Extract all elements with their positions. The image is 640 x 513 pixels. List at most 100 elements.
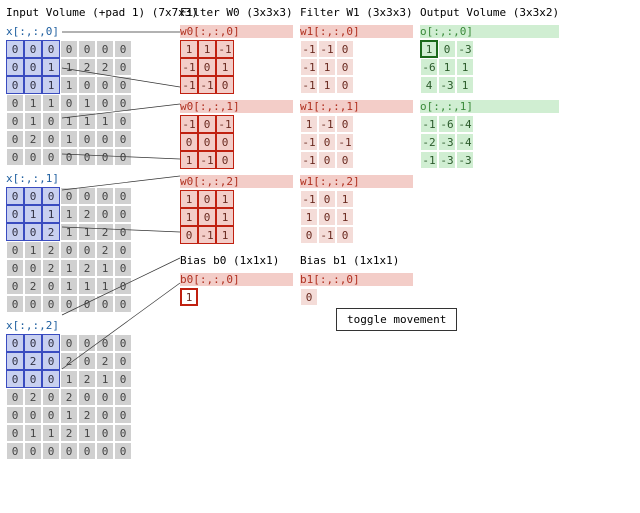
cell: 1 — [24, 241, 42, 259]
cell: 0 — [198, 190, 216, 208]
cell: 0 — [42, 295, 60, 313]
cell: 0 — [180, 133, 198, 151]
cell: 0 — [78, 76, 96, 94]
cell: 1 — [456, 58, 474, 76]
cell: 0 — [60, 187, 78, 205]
input-title: Input Volume (+pad 1) (7x7x3) — [6, 6, 198, 19]
cell: -1 — [198, 226, 216, 244]
cell: -6 — [420, 58, 438, 76]
cell: 0 — [114, 223, 132, 241]
cell: 0 — [96, 442, 114, 460]
cell: 0 — [198, 133, 216, 151]
cell: -1 — [318, 115, 336, 133]
cell: -4 — [456, 133, 474, 151]
label-w02: w0[:,:,2] — [180, 175, 293, 188]
cell: 0 — [60, 442, 78, 460]
cell: 1 — [60, 406, 78, 424]
cell: 0 — [114, 241, 132, 259]
cell: 2 — [24, 130, 42, 148]
cell: 0 — [96, 94, 114, 112]
cell: 0 — [78, 334, 96, 352]
cell: 0 — [96, 406, 114, 424]
cell: 0 — [114, 424, 132, 442]
cell: 0 — [42, 388, 60, 406]
cell: 1 — [60, 223, 78, 241]
cell: 0 — [24, 259, 42, 277]
cell: -1 — [198, 151, 216, 169]
cell: 1 — [420, 40, 438, 58]
label-b1: b1[:,:,0] — [300, 273, 413, 286]
cell: -1 — [198, 76, 216, 94]
cell: 1 — [318, 58, 336, 76]
cell: 0 — [78, 352, 96, 370]
cell: 0 — [216, 76, 234, 94]
cell: 0 — [438, 40, 456, 58]
cell: 0 — [6, 370, 24, 388]
cell: 0 — [6, 277, 24, 295]
cell: 1 — [60, 277, 78, 295]
cell: 0 — [336, 115, 354, 133]
cell: 0 — [6, 295, 24, 313]
cell: 0 — [78, 187, 96, 205]
cell: 1 — [216, 226, 234, 244]
cell: -6 — [438, 115, 456, 133]
toggle-button[interactable]: toggle movement — [336, 308, 457, 331]
cell: -1 — [180, 76, 198, 94]
label-x1: x[:,:,1] — [6, 172, 198, 185]
cell: 0 — [60, 94, 78, 112]
cell: 0 — [336, 151, 354, 169]
cell: 1 — [42, 58, 60, 76]
cell: 0 — [96, 388, 114, 406]
cell: 0 — [6, 424, 24, 442]
cell: 1 — [300, 115, 318, 133]
label-w01: w0[:,:,1] — [180, 100, 293, 113]
cell: 2 — [96, 223, 114, 241]
cell: 0 — [114, 259, 132, 277]
cell: 0 — [78, 148, 96, 166]
cell: 1 — [216, 208, 234, 226]
cell: 0 — [60, 295, 78, 313]
cell: 0 — [96, 424, 114, 442]
cell: 1 — [60, 259, 78, 277]
cell: 0 — [24, 223, 42, 241]
cell: 0 — [60, 148, 78, 166]
label-o0: o[:,:,0] — [420, 25, 559, 38]
cell: 1 — [180, 190, 198, 208]
cell: 0 — [24, 295, 42, 313]
cell: 1 — [42, 205, 60, 223]
cell: 0 — [318, 208, 336, 226]
cell: 0 — [114, 76, 132, 94]
cell: 0 — [96, 187, 114, 205]
cell: 2 — [24, 352, 42, 370]
cell: 0 — [24, 406, 42, 424]
cell: 0 — [6, 352, 24, 370]
cell: 0 — [114, 205, 132, 223]
input-slice-0: 0000000001122000110000110100010111002010… — [6, 40, 132, 166]
cell: 0 — [42, 334, 60, 352]
cell: 0 — [114, 58, 132, 76]
cell: 2 — [78, 406, 96, 424]
cell: 1 — [60, 130, 78, 148]
cell: 0 — [42, 370, 60, 388]
cell: 0 — [198, 58, 216, 76]
cell: 0 — [6, 40, 24, 58]
cell: 1 — [42, 424, 60, 442]
cell: 1 — [24, 94, 42, 112]
cell: 0 — [78, 241, 96, 259]
cell: 0 — [60, 241, 78, 259]
cell: -3 — [456, 40, 474, 58]
cell: 0 — [78, 40, 96, 58]
cell: 0 — [42, 406, 60, 424]
cell: 0 — [24, 58, 42, 76]
cell: 0 — [96, 130, 114, 148]
cell: 0 — [42, 130, 60, 148]
cell: -3 — [456, 151, 474, 169]
cell: 0 — [318, 133, 336, 151]
cell: 1 — [180, 40, 198, 58]
cell: 0 — [78, 388, 96, 406]
cell: -1 — [420, 151, 438, 169]
cell: 4 — [420, 76, 438, 94]
cell: 0 — [42, 277, 60, 295]
cell: 0 — [114, 442, 132, 460]
cell: 0 — [318, 151, 336, 169]
